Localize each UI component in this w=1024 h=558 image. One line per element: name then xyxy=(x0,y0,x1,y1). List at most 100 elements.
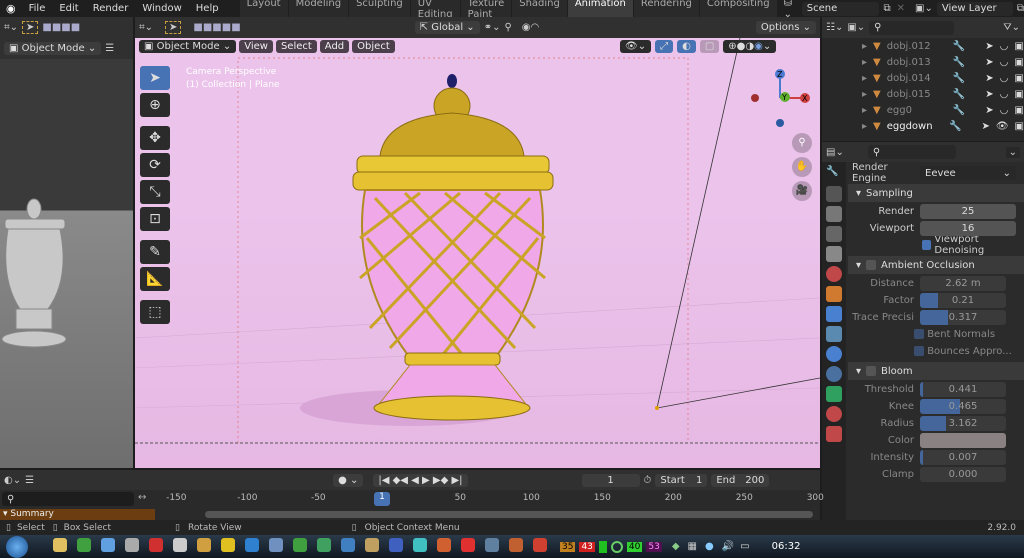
pin-dropdown-icon[interactable]: ⌄ xyxy=(1005,146,1020,158)
outliner-item[interactable]: ▸ ▼ dobj.012 🔧 ➤ ◡ ▣ xyxy=(822,38,1024,54)
menu-window[interactable]: Window xyxy=(135,3,188,14)
3d-viewport[interactable]: ▣ Object Mode ⌄ View Select Add Object 👁… xyxy=(135,38,820,468)
eye-closed-icon[interactable]: ◡ xyxy=(1000,73,1009,84)
data-tab-icon[interactable] xyxy=(826,386,842,402)
playback-controls[interactable]: |◀ ◆◀ ◀ ▶ ▶◆ ▶| xyxy=(373,473,468,487)
select-menu[interactable]: Select xyxy=(275,40,317,53)
tray-badge[interactable]: 40 xyxy=(626,541,643,552)
filter-view-icon[interactable]: ▣⌄ xyxy=(847,22,865,33)
distance-field[interactable]: 2.62 m xyxy=(920,275,1006,291)
left-viewport[interactable] xyxy=(0,59,133,468)
intensity-slider[interactable]: 0.007 xyxy=(920,449,1006,465)
add-menu[interactable]: Add xyxy=(319,40,350,53)
select-icon[interactable]: ➤ xyxy=(985,89,993,100)
taskbar-app-icon[interactable] xyxy=(269,538,283,552)
view-menu[interactable]: View xyxy=(239,40,273,53)
eye-closed-icon[interactable]: ◡ xyxy=(1000,89,1009,100)
playhead[interactable]: 1 xyxy=(374,492,390,506)
properties-search[interactable]: ⚲ xyxy=(867,145,956,159)
outliner-item[interactable]: ▸ ▼ dobj.013 🔧 ➤ ◡ ▣ xyxy=(822,54,1024,70)
expand-icon[interactable]: ▸ xyxy=(862,57,867,68)
expand-icon[interactable]: ▸ xyxy=(862,41,867,52)
tray-icon[interactable] xyxy=(598,540,607,553)
camera-render-icon[interactable]: ▣ xyxy=(1014,57,1023,68)
eye-icon[interactable]: 👁 xyxy=(996,121,1009,132)
select-icon[interactable]: ➤ xyxy=(985,73,993,84)
taskbar-app-icon[interactable] xyxy=(365,538,379,552)
physics-tab-icon[interactable] xyxy=(826,346,842,362)
gizmo-toggle-icon[interactable]: ⤢ xyxy=(655,40,674,53)
menu-icon[interactable]: ☰ xyxy=(105,43,114,54)
expand-icon[interactable]: ▸ xyxy=(862,105,867,116)
tool-tab-icon[interactable]: 🔧 xyxy=(826,166,842,182)
menu-edit[interactable]: Edit xyxy=(52,3,85,14)
eye-closed-icon[interactable]: ◡ xyxy=(1000,57,1009,68)
transform-tool[interactable]: ⊡ xyxy=(140,207,170,231)
taskbar-app-icon[interactable] xyxy=(341,538,355,552)
navigation-gizmo[interactable]: Z X Y xyxy=(745,66,815,136)
radius-slider[interactable]: 3.162 xyxy=(920,415,1006,431)
measure-tool[interactable]: 📐 xyxy=(140,267,170,291)
move-tool[interactable]: ✥ xyxy=(140,126,170,150)
ao-panel-header[interactable]: ▾ Ambient Occlusion xyxy=(848,256,1024,274)
knee-slider[interactable]: 0.465 xyxy=(920,398,1006,414)
copy-view-layer-icon[interactable]: ⧉ xyxy=(1017,3,1024,14)
bloom-color-swatch[interactable] xyxy=(920,432,1006,448)
object-mode-dropdown[interactable]: ▣ Object Mode ⌄ xyxy=(139,40,237,53)
eye-closed-icon[interactable]: ◡ xyxy=(1000,105,1009,116)
summary-channel[interactable]: ▾ Summary xyxy=(0,509,155,520)
zoom-icon[interactable]: ⚲ xyxy=(792,133,812,153)
select-icon[interactable]: ➤ xyxy=(981,121,989,132)
outliner-item[interactable]: ▸ ▼ egg0 🔧 ➤ ◡ ▣ xyxy=(822,102,1024,118)
view-layer-icon[interactable]: ▣⌄ xyxy=(915,3,933,14)
scale-tool[interactable]: ⤡ xyxy=(140,180,170,204)
taskbar-app-icon[interactable] xyxy=(413,538,427,552)
particles-tab-icon[interactable] xyxy=(826,326,842,342)
globe-icon[interactable]: ● xyxy=(705,541,714,552)
threshold-slider[interactable]: 0.441 xyxy=(920,381,1006,397)
taskbar-app-icon[interactable] xyxy=(221,538,235,552)
scene-field[interactable]: Scene xyxy=(801,1,880,16)
bent-normals-checkbox[interactable]: Bent Normals xyxy=(848,326,1024,342)
trace-precision-slider[interactable]: 0.317 xyxy=(920,309,1006,325)
outliner-item[interactable]: ▸ ▼ eggdown 🔧 ➤ 👁 ▣ xyxy=(822,118,1024,134)
outliner-search[interactable]: ⚲ xyxy=(869,20,955,35)
network-icon[interactable]: ▦ xyxy=(688,541,697,552)
render-engine-dropdown[interactable]: Eevee ⌄ xyxy=(920,166,1016,180)
expand-icon[interactable]: ▸ xyxy=(862,73,867,84)
menu-file[interactable]: File xyxy=(22,3,53,14)
timeline-scrollbar[interactable] xyxy=(205,511,813,518)
output-tab-icon[interactable] xyxy=(826,206,842,222)
camera-render-icon[interactable]: ▣ xyxy=(1015,121,1024,132)
select-box-tool[interactable]: ➤ xyxy=(140,66,170,90)
camera-render-icon[interactable]: ▣ xyxy=(1014,41,1023,52)
bounces-approx-checkbox[interactable]: Bounces Appro... xyxy=(848,343,1024,359)
taskbar-app-icon[interactable] xyxy=(149,538,163,552)
material-tab-icon[interactable] xyxy=(826,406,842,422)
sampling-panel-header[interactable]: ▾ Sampling xyxy=(848,184,1024,202)
taskbar-app-icon[interactable] xyxy=(245,538,259,552)
options-dropdown[interactable]: Options ⌄ xyxy=(755,21,816,34)
taskbar-app-icon[interactable] xyxy=(437,538,451,552)
world-tab-icon[interactable] xyxy=(826,266,842,282)
camera-view-icon[interactable]: 🎥 xyxy=(792,181,812,201)
tray-icon[interactable] xyxy=(610,540,623,553)
clamp-field[interactable]: 0.000 xyxy=(920,466,1006,482)
editor-type-icon[interactable]: ⌗⌄ xyxy=(139,22,153,33)
taskbar-app-icon[interactable] xyxy=(485,538,499,552)
taskbar-app-icon[interactable] xyxy=(533,538,547,552)
select-icon[interactable]: ➤ xyxy=(985,105,993,116)
display-icon[interactable]: ▭ xyxy=(740,541,749,552)
timeline-menu-icon[interactable]: ☰ xyxy=(25,475,34,486)
camera-render-icon[interactable]: ▣ xyxy=(1014,73,1023,84)
editor-type-icon[interactable]: ▤⌄ xyxy=(826,147,844,158)
ao-enable-checkbox[interactable] xyxy=(866,260,877,270)
expand-icon[interactable]: ▸ xyxy=(862,121,867,132)
pan-icon[interactable]: ✋ xyxy=(792,157,812,177)
taskbar-app-icon[interactable] xyxy=(317,538,331,552)
constraints-tab-icon[interactable] xyxy=(826,366,842,382)
render-tab-icon[interactable] xyxy=(826,186,842,202)
eye-closed-icon[interactable]: ◡ xyxy=(1000,41,1009,52)
texture-tab-icon[interactable] xyxy=(826,426,842,442)
taskbar-app-icon[interactable] xyxy=(293,538,307,552)
